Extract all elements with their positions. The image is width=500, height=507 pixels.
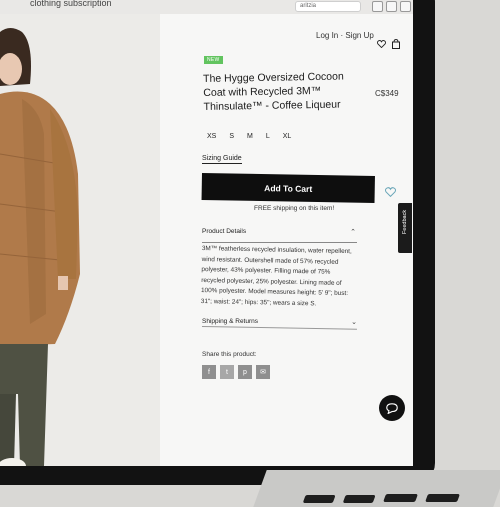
tabs-icon[interactable] <box>386 1 397 12</box>
share-browser-icon[interactable] <box>372 1 383 12</box>
product-details-toggle[interactable]: Product Details ⌃ <box>202 228 358 236</box>
browser-toolbar: clothing subscription aritzia <box>0 0 413 15</box>
product-title: The Hygge Oversized Cocoon Coat with Rec… <box>203 70 344 113</box>
shipping-returns-toggle[interactable]: Shipping & Returns ⌄ <box>202 318 359 326</box>
size-option-s[interactable]: S <box>229 133 234 140</box>
chevron-up-icon: ⌃ <box>350 229 356 236</box>
twitter-icon[interactable]: t <box>220 365 234 379</box>
feedback-label: Feedback <box>402 209 408 235</box>
chat-button[interactable] <box>379 395 405 421</box>
share-label: Share this product: <box>202 351 257 358</box>
size-selector: XS S M L XL <box>207 133 291 140</box>
chevron-down-icon: ⌄ <box>351 319 357 326</box>
size-option-xl[interactable]: XL <box>283 133 292 140</box>
shipping-returns-heading: Shipping & Returns <box>202 318 259 325</box>
shopping-bag-icon[interactable] <box>392 36 400 54</box>
browser-tab-title[interactable]: clothing subscription <box>30 0 112 8</box>
heart-icon[interactable] <box>377 35 386 53</box>
keyboard-key <box>425 494 460 502</box>
model-in-coat-image <box>0 14 160 474</box>
size-option-xs[interactable]: XS <box>207 133 216 140</box>
size-option-l[interactable]: L <box>266 133 270 140</box>
sidebar-icon[interactable] <box>400 1 411 12</box>
wishlist-heart-icon[interactable] <box>384 184 397 202</box>
product-price: C$349 <box>375 89 399 98</box>
facebook-icon[interactable]: f <box>202 365 216 379</box>
size-option-m[interactable]: M <box>247 133 253 140</box>
keyboard-key <box>302 495 336 503</box>
product-details-heading: Product Details <box>202 228 247 235</box>
login-signup-link[interactable]: Log In · Sign Up <box>316 31 374 40</box>
chat-icon <box>386 402 398 414</box>
address-bar[interactable]: aritzia <box>295 1 361 12</box>
free-shipping-note: FREE shipping on this item! <box>254 205 335 212</box>
pinterest-icon[interactable]: p <box>238 365 252 379</box>
product-photo[interactable] <box>0 14 160 474</box>
add-to-cart-button[interactable]: Add To Cart <box>201 173 375 204</box>
feedback-tab[interactable]: Feedback <box>398 203 412 253</box>
product-details-text: 3M™ featherless recycled insulation, wat… <box>200 244 352 307</box>
share-buttons: f t p ✉ <box>202 365 270 379</box>
email-icon[interactable]: ✉ <box>256 365 270 379</box>
keyboard-key <box>342 495 376 503</box>
divider <box>202 242 357 243</box>
laptop-keyboard <box>253 470 500 507</box>
new-badge: NEW <box>204 56 223 64</box>
keyboard-key <box>383 494 418 502</box>
sizing-guide-link[interactable]: Sizing Guide <box>202 155 242 164</box>
